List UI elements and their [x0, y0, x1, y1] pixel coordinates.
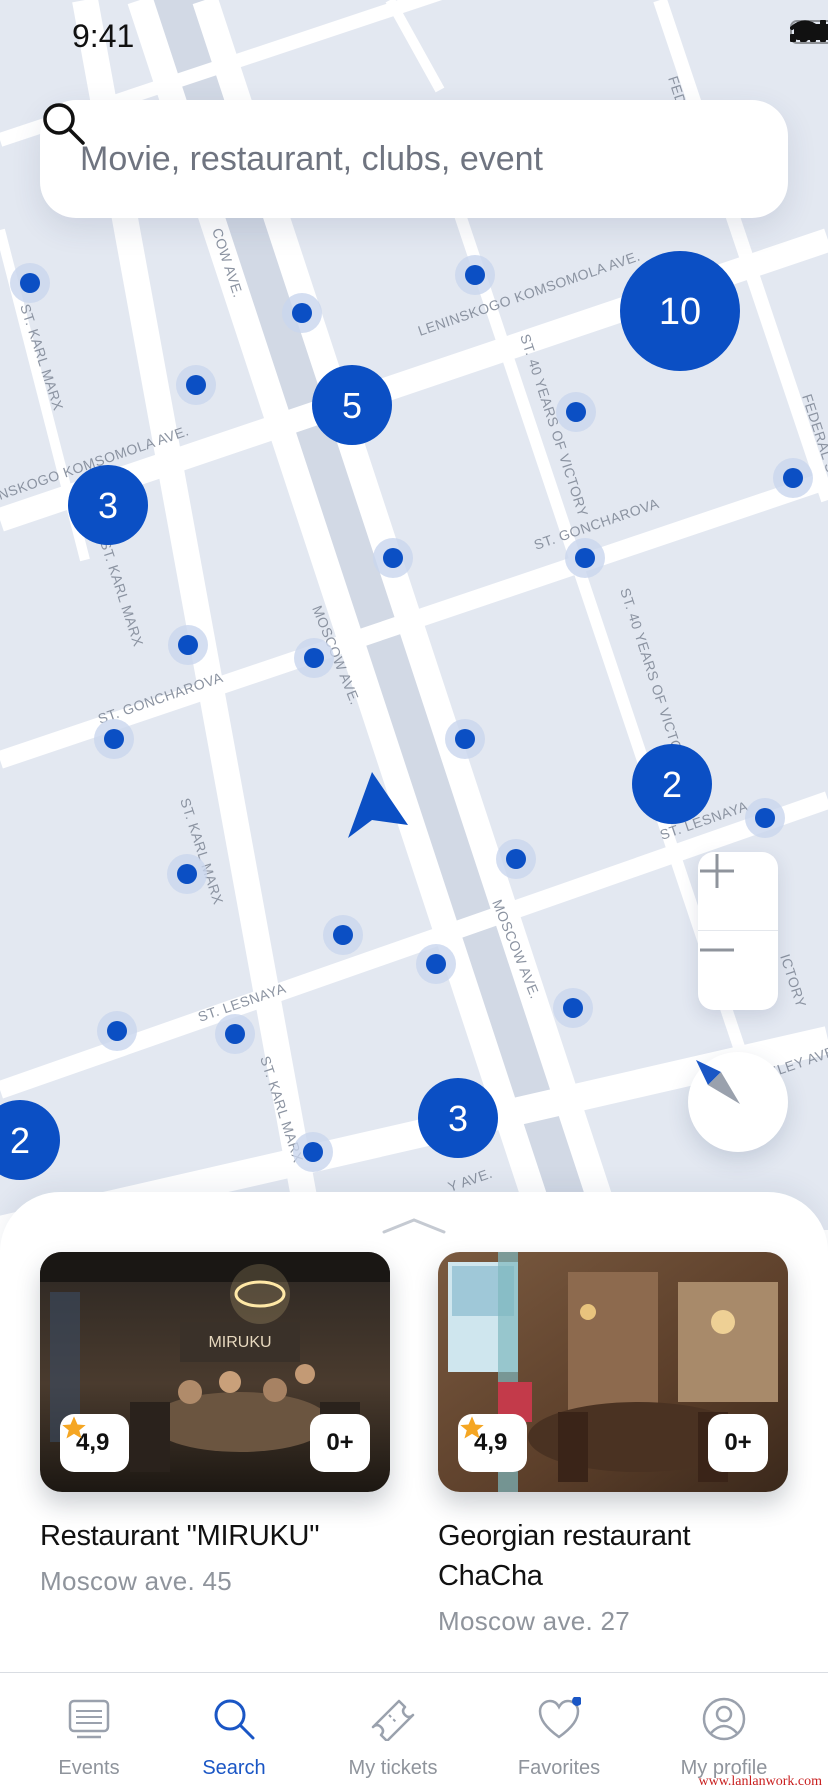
results-sheet[interactable]: MIRUKU 4,9 0+ Restaurant "MIRUKU" Moscow… — [0, 1192, 828, 1672]
status-time: 9:41 — [72, 18, 135, 54]
plus-icon — [700, 854, 734, 888]
map-point-marker[interactable] — [416, 944, 456, 984]
map-point-marker[interactable] — [496, 839, 536, 879]
svg-text:2: 2 — [662, 764, 682, 805]
street-label: Y AVE. — [446, 1165, 495, 1195]
tab-favorites[interactable]: Favorites — [489, 1673, 629, 1792]
compass-button[interactable] — [688, 1052, 788, 1152]
svg-text:10: 10 — [659, 291, 701, 333]
tab-label: Favorites — [517, 1757, 601, 1779]
svg-text:MIRUKU: MIRUKU — [208, 1334, 271, 1351]
venue-title[interactable]: Georgian restaurant ChaCha — [438, 1516, 788, 1596]
svg-text:3: 3 — [448, 1098, 468, 1139]
search-icon[interactable] — [40, 100, 86, 146]
zoom-out-button[interactable] — [698, 931, 778, 1010]
zoom-controls — [698, 852, 778, 1010]
map-cluster[interactable]: 3 — [68, 465, 148, 545]
battery-icon — [790, 20, 828, 44]
chevron-up-icon[interactable] — [380, 1212, 448, 1236]
map-point-marker[interactable] — [176, 365, 216, 405]
search-bar[interactable] — [40, 100, 788, 218]
zoom-in-button[interactable] — [698, 852, 778, 931]
rating-badge: 4,9 — [60, 1414, 130, 1472]
age-rating-badge: 0+ — [708, 1414, 768, 1472]
tab-label: Events — [58, 1757, 120, 1779]
status-bar: 9:41 — [0, 0, 828, 72]
map-point-marker[interactable] — [293, 1132, 333, 1172]
venue-photo[interactable]: MIRUKU 4,9 0+ — [40, 1252, 390, 1492]
search-icon — [214, 1699, 255, 1740]
heart-icon — [538, 1697, 581, 1739]
map-cluster[interactable]: 2 — [632, 744, 712, 824]
profile-icon — [702, 1697, 746, 1741]
rating-badge: 4,9 — [458, 1414, 528, 1472]
map-point-marker[interactable] — [556, 392, 596, 432]
street-label: ICTORY — [777, 952, 809, 1010]
venue-address: Moscow ave. 45 — [40, 1566, 233, 1596]
venue-card[interactable]: 4,9 0+ Georgian restaurant ChaCha Moscow… — [438, 1252, 788, 1638]
map-view[interactable]: COW AVE. FED LENINSKOGO KOMSOMOLA AVE. S… — [0, 0, 828, 1230]
star-icon — [62, 1416, 86, 1439]
watermark: www.lanlanwork.com — [698, 1774, 822, 1789]
map-point-marker[interactable] — [553, 988, 593, 1028]
minus-icon — [700, 948, 734, 952]
venue-title[interactable]: Restaurant "MIRUKU" — [40, 1516, 390, 1556]
events-icon — [68, 1699, 110, 1739]
map-point-marker[interactable] — [168, 625, 208, 665]
compass-icon — [696, 1060, 740, 1104]
tab-my-tickets[interactable]: My tickets — [323, 1673, 463, 1792]
svg-text:5: 5 — [342, 385, 362, 426]
map-point-marker[interactable] — [10, 263, 50, 303]
svg-text:2: 2 — [10, 1120, 30, 1161]
star-icon — [460, 1416, 484, 1439]
search-input[interactable] — [80, 100, 680, 218]
map-point-marker[interactable] — [323, 915, 363, 955]
map-cluster[interactable]: 3 — [418, 1078, 498, 1158]
venue-photo[interactable]: 4,9 0+ — [438, 1252, 788, 1492]
map-point-marker[interactable] — [282, 293, 322, 333]
tab-events[interactable]: Events — [19, 1673, 159, 1792]
map-point-marker[interactable] — [97, 1011, 137, 1051]
venue-card[interactable]: MIRUKU 4,9 0+ Restaurant "MIRUKU" Moscow… — [40, 1252, 390, 1598]
map-point-marker[interactable] — [373, 538, 413, 578]
tab-label: Search — [202, 1757, 266, 1779]
map-point-marker[interactable] — [215, 1014, 255, 1054]
map-point-marker[interactable] — [294, 638, 334, 678]
map-cluster[interactable]: 2 — [0, 1100, 60, 1180]
map-point-marker[interactable] — [773, 458, 813, 498]
map-cluster[interactable]: 5 — [312, 365, 392, 445]
ticket-icon — [371, 1699, 415, 1741]
map-point-marker[interactable] — [565, 538, 605, 578]
tab-search[interactable]: Search — [164, 1673, 304, 1792]
venue-address: Moscow ave. 27 — [438, 1606, 631, 1636]
map-point-marker[interactable] — [94, 719, 134, 759]
map-point-marker[interactable] — [745, 798, 785, 838]
map-point-marker[interactable] — [445, 719, 485, 759]
map-point-marker[interactable] — [455, 255, 495, 295]
age-rating-badge: 0+ — [310, 1414, 370, 1472]
tab-label: My tickets — [348, 1757, 438, 1779]
tab-bar: Events Search My tickets Favorites My pr… — [0, 1672, 828, 1792]
map-cluster[interactable]: 10 — [620, 251, 740, 371]
street-label: ST. KARL MARX — [97, 538, 147, 649]
svg-text:3: 3 — [98, 485, 118, 526]
map-point-marker[interactable] — [167, 854, 207, 894]
